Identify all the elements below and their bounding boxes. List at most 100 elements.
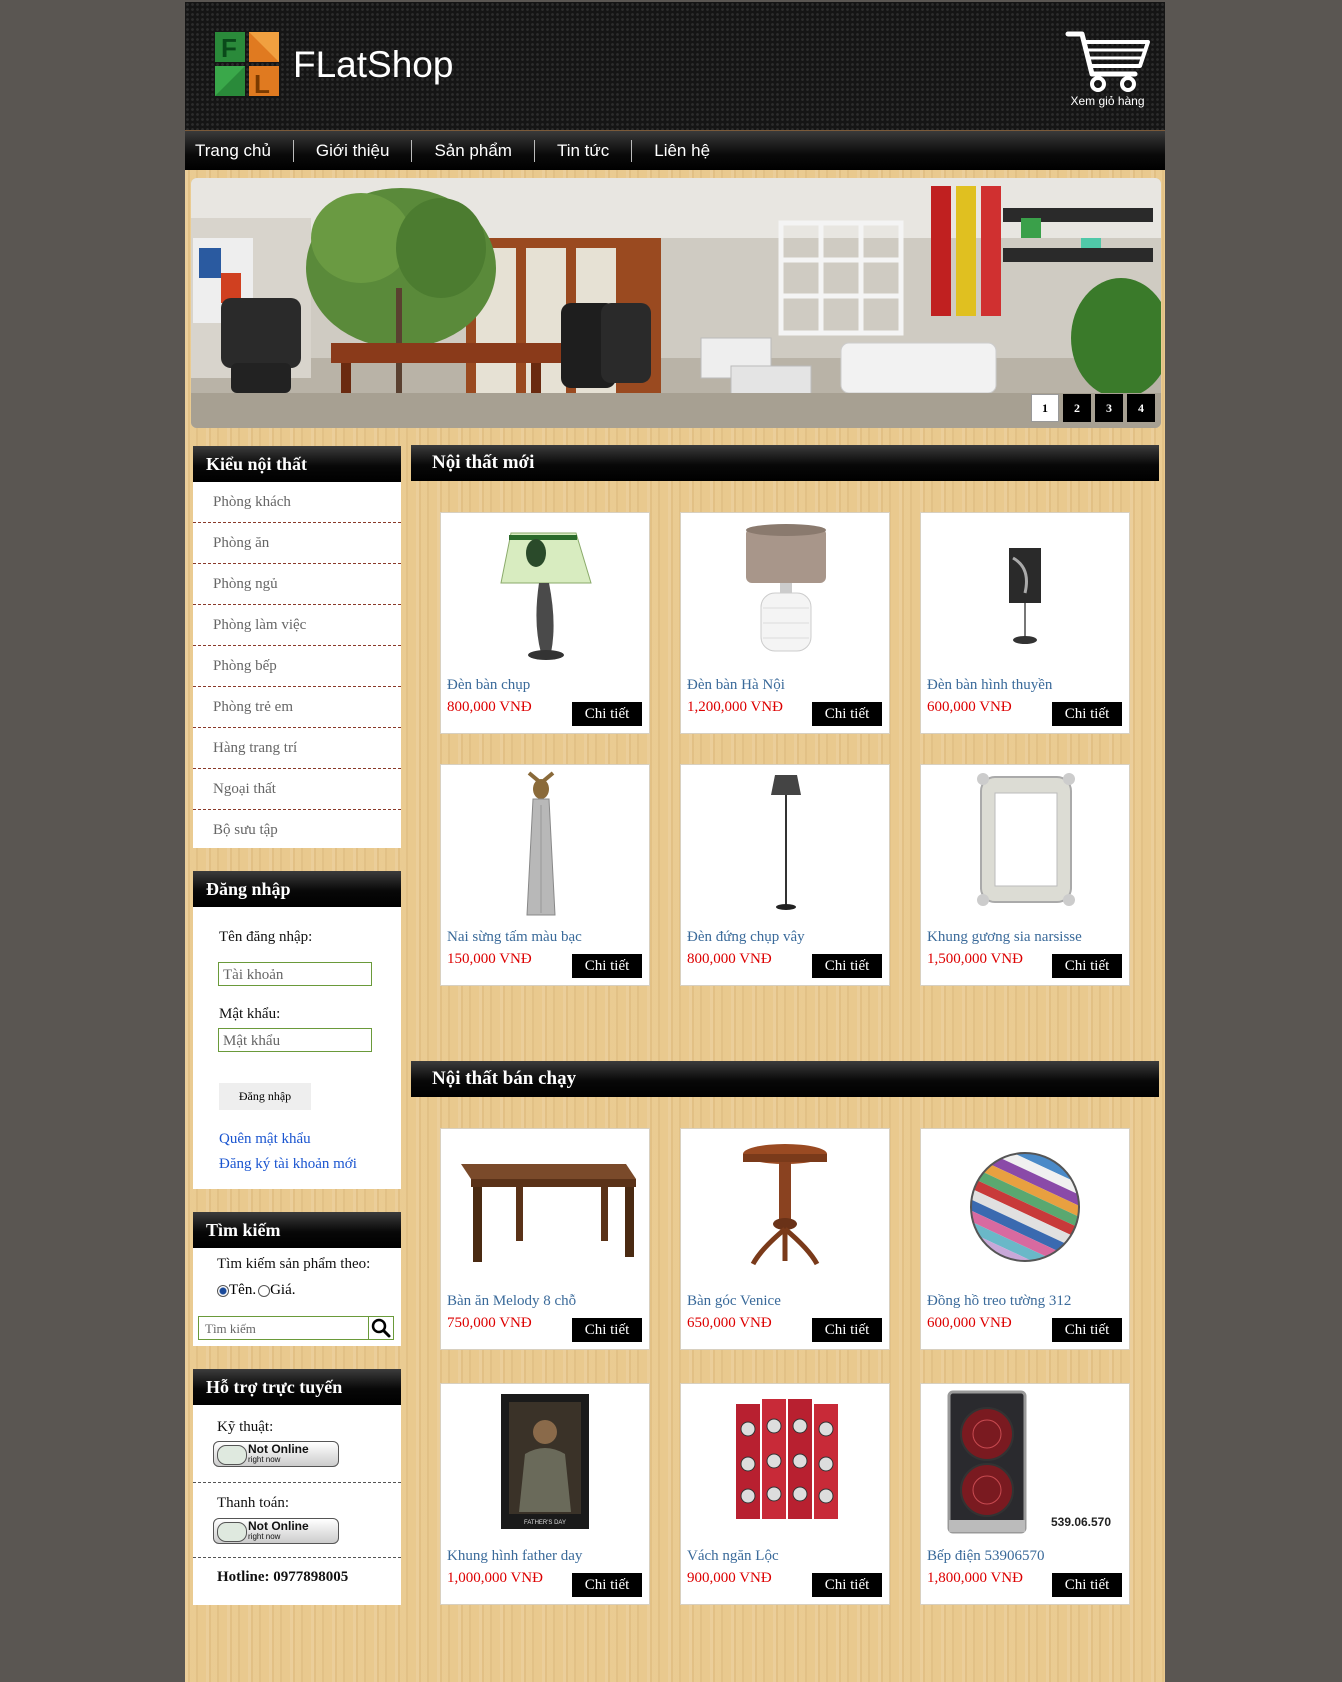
product-name[interactable]: Đèn bàn Hà Nội: [687, 677, 785, 694]
product-price: 150,000 VNĐ: [447, 951, 532, 967]
shopping-cart-icon: [1065, 31, 1150, 92]
detail-button[interactable]: Chi tiết: [572, 1318, 642, 1342]
banner-image: [191, 178, 1161, 428]
table-lamp-image: [746, 524, 826, 652]
product-card: Đèn bàn Hà Nội 1,200,000 VNĐ Chi tiết: [680, 512, 890, 734]
category-item[interactable]: Phòng ngủ: [193, 564, 401, 605]
slide-dot-4[interactable]: 4: [1127, 394, 1155, 422]
search-box: Tìm kiếm Tìm kiếm sản phẩm theo: Tên. Gi…: [193, 1212, 401, 1346]
radio-name-label: Tên.: [229, 1282, 257, 1298]
support-box: Hỗ trợ trực tuyến Kỹ thuật: Not Online r…: [193, 1369, 401, 1605]
messenger-icon: [217, 1522, 247, 1542]
detail-button[interactable]: Chi tiết: [812, 702, 882, 726]
technical-chat-status[interactable]: Not Online right now: [213, 1441, 339, 1467]
detail-button[interactable]: Chi tiết: [812, 1573, 882, 1597]
folding-screen-image: [736, 1399, 838, 1519]
product-price: 600,000 VNĐ: [927, 1315, 1012, 1331]
category-item[interactable]: Phòng bếp: [193, 646, 401, 687]
product-price: 650,000 VNĐ: [687, 1315, 772, 1331]
search-input[interactable]: Tìm kiếm: [205, 1321, 256, 1337]
product-name[interactable]: Khung hình father day: [447, 1548, 582, 1565]
product-name[interactable]: Khung gương sia narsisse: [927, 929, 1082, 946]
detail-button[interactable]: Chi tiết: [572, 954, 642, 978]
product-price: 1,800,000 VNĐ: [927, 1570, 1023, 1586]
search-by-label: Tìm kiếm sản phẩm theo:: [217, 1256, 371, 1272]
search-icon: [371, 1318, 391, 1338]
messenger-icon: [217, 1445, 247, 1465]
product-name[interactable]: Đèn bàn hình thuyền: [927, 677, 1052, 694]
floor-lamp-image: [771, 775, 801, 910]
svg-text:F: F: [221, 33, 237, 63]
product-card: FATHER'S DAY Khung hình father day 1,000…: [440, 1383, 650, 1605]
product-name[interactable]: Đèn đứng chụp vây: [687, 929, 805, 946]
search-title: Tìm kiếm: [193, 1212, 401, 1248]
product-card: Đèn bàn chụp 800,000 VNĐ Chi tiết: [440, 512, 650, 734]
slide-dot-3[interactable]: 3: [1095, 394, 1123, 422]
mirror-frame-image: [977, 773, 1075, 906]
password-input[interactable]: Mật khẩu: [218, 1028, 372, 1052]
slide-dot-1[interactable]: 1: [1031, 394, 1059, 422]
nav-products[interactable]: Sản phẩm: [412, 139, 535, 162]
login-button[interactable]: Đăng nhập: [219, 1083, 311, 1110]
category-item[interactable]: Phòng ăn: [193, 523, 401, 564]
product-card: 539.06.570 Bếp điện 53906570 1,800,000 V…: [920, 1383, 1130, 1605]
search-button[interactable]: [368, 1317, 393, 1339]
striped-wall-clock-image: [953, 1135, 1097, 1279]
search-field: Tìm kiếm: [198, 1316, 394, 1340]
product-name[interactable]: Bàn ăn Melody 8 chỗ: [447, 1293, 576, 1310]
slide-pager: 1 2 3 4: [1031, 394, 1155, 422]
radio-price-label: Giá.: [270, 1282, 296, 1298]
search-options: Tên. Giá.: [217, 1282, 296, 1299]
product-card: Bàn ăn Melody 8 chỗ 750,000 VNĐ Chi tiết: [440, 1128, 650, 1350]
username-input[interactable]: Tài khoản: [218, 962, 372, 986]
nav-contact[interactable]: Liên hệ: [632, 140, 732, 162]
detail-button[interactable]: Chi tiết: [572, 702, 642, 726]
username-label: Tên đăng nhập:: [219, 929, 313, 945]
hob-model-caption: 539.06.570: [1051, 1515, 1111, 1529]
product-price: 750,000 VNĐ: [447, 1315, 532, 1331]
detail-button[interactable]: Chi tiết: [1052, 1318, 1122, 1342]
category-item[interactable]: Ngoại thất: [193, 769, 401, 810]
product-price: 1,200,000 VNĐ: [687, 699, 783, 715]
product-price: 1,500,000 VNĐ: [927, 951, 1023, 967]
nav-home[interactable]: Trang chủ: [185, 139, 294, 162]
category-item[interactable]: Phòng khách: [193, 482, 401, 523]
hotline: Hotline: 0977898005: [217, 1569, 349, 1585]
product-name[interactable]: Bếp điện 53906570: [927, 1548, 1045, 1565]
radio-price[interactable]: [258, 1284, 271, 1297]
product-name[interactable]: Vách ngăn Lộc: [687, 1548, 779, 1565]
divider: [193, 1557, 401, 1558]
product-name[interactable]: Nai sừng tấm màu bạc: [447, 929, 582, 946]
flatshop-logo[interactable]: F L: [215, 32, 281, 98]
frame-caption: FATHER'S DAY: [524, 1520, 566, 1526]
product-name[interactable]: Đồng hồ treo tường 312: [927, 1293, 1071, 1310]
detail-button[interactable]: Chi tiết: [812, 1318, 882, 1342]
detail-button[interactable]: Chi tiết: [1052, 702, 1122, 726]
category-item[interactable]: Hàng trang trí: [193, 728, 401, 769]
login-title: Đăng nhập: [193, 871, 401, 907]
radio-name[interactable]: [217, 1284, 229, 1297]
product-name[interactable]: Bàn góc Venice: [687, 1293, 781, 1310]
category-box: Kiểu nội thất Phòng khách Phòng ăn Phòng…: [193, 446, 401, 848]
register-link[interactable]: Đăng ký tài khoản mới: [219, 1156, 357, 1173]
payment-label: Thanh toán:: [217, 1495, 290, 1511]
status-subtext: right now: [248, 1455, 281, 1464]
detail-button[interactable]: Chi tiết: [1052, 954, 1122, 978]
detail-button[interactable]: Chi tiết: [1052, 1573, 1122, 1597]
divider: [193, 1482, 401, 1483]
payment-chat-status[interactable]: Not Online right now: [213, 1518, 339, 1544]
detail-button[interactable]: Chi tiết: [572, 1573, 642, 1597]
banner-slideshow: 1 2 3 4: [191, 178, 1161, 428]
detail-button[interactable]: Chi tiết: [812, 954, 882, 978]
category-item[interactable]: Phòng trẻ em: [193, 687, 401, 728]
round-side-table-image: [743, 1144, 827, 1266]
forgot-password-link[interactable]: Quên mật khẩu: [219, 1131, 311, 1148]
category-item[interactable]: Bộ sưu tập: [193, 810, 401, 850]
nav-about[interactable]: Giới thiệu: [294, 139, 413, 162]
product-name[interactable]: Đèn bàn chụp: [447, 677, 530, 694]
slide-dot-2[interactable]: 2: [1063, 394, 1091, 422]
view-cart-button[interactable]: Xem giỏ hàng: [1060, 24, 1155, 114]
category-item[interactable]: Phòng làm việc: [193, 605, 401, 646]
status-text: Not Online: [248, 1442, 309, 1456]
nav-news[interactable]: Tin tức: [535, 139, 633, 162]
